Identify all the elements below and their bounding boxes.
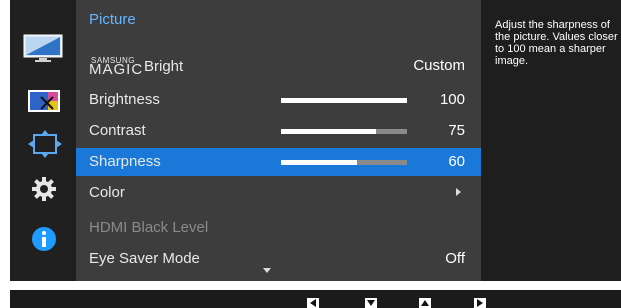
- color-icon[interactable]: [27, 89, 61, 118]
- contrast-slider[interactable]: [281, 129, 407, 134]
- menu-item-value: Off: [445, 250, 465, 267]
- brand-big-text: MAGIC: [89, 61, 144, 78]
- slider-fill: [281, 160, 357, 165]
- up-arrow-button[interactable]: [419, 298, 431, 308]
- magic-bright-label: SAMSUNG MAGIC Bright: [89, 55, 199, 78]
- menu-item-label: Sharpness: [89, 153, 161, 170]
- menu-item-magic-bright[interactable]: SAMSUNG MAGIC Bright Custom: [76, 52, 481, 80]
- down-arrow-button[interactable]: [365, 298, 377, 308]
- menu-item-eye-saver-mode[interactable]: Eye Saver Mode Off: [76, 245, 481, 273]
- menu-item-value: Custom: [413, 57, 465, 74]
- brightness-slider[interactable]: [281, 98, 407, 103]
- menu-item-hdmi-black-level: HDMI Black Level: [76, 214, 481, 242]
- settings-gear-icon[interactable]: [32, 177, 56, 206]
- menu-item-color[interactable]: Color: [76, 179, 481, 207]
- menu-item-label: Bright: [144, 58, 184, 75]
- sharpness-slider[interactable]: [281, 160, 407, 165]
- menu-item-sharpness[interactable]: Sharpness 60: [76, 148, 481, 176]
- slider-fill: [281, 98, 407, 103]
- scroll-down-icon[interactable]: [263, 268, 271, 273]
- menu-item-value: 60: [448, 153, 465, 170]
- menu-item-value: 75: [448, 122, 465, 139]
- size-position-icon[interactable]: [28, 130, 62, 163]
- menu-item-label: HDMI Black Level: [89, 219, 209, 236]
- menu-title: Picture: [89, 11, 136, 28]
- chevron-right-icon: [456, 188, 461, 196]
- slider-fill: [281, 129, 376, 134]
- help-text: Adjust the sharpness of the picture. Val…: [495, 19, 618, 67]
- menu-item-brightness[interactable]: Brightness 100: [76, 86, 481, 114]
- menu-item-contrast[interactable]: Contrast 75: [76, 117, 481, 145]
- picture-icon[interactable]: [23, 34, 63, 69]
- right-arrow-button[interactable]: [474, 298, 486, 308]
- menu-item-label: Color: [89, 184, 125, 201]
- menu-item-label: Contrast: [89, 122, 146, 139]
- menu-item-label: Eye Saver Mode: [89, 250, 200, 267]
- info-icon[interactable]: [31, 226, 57, 257]
- menu-item-value: 100: [439, 91, 465, 108]
- menu-item-label: Brightness: [89, 91, 160, 108]
- left-arrow-button[interactable]: [307, 298, 319, 308]
